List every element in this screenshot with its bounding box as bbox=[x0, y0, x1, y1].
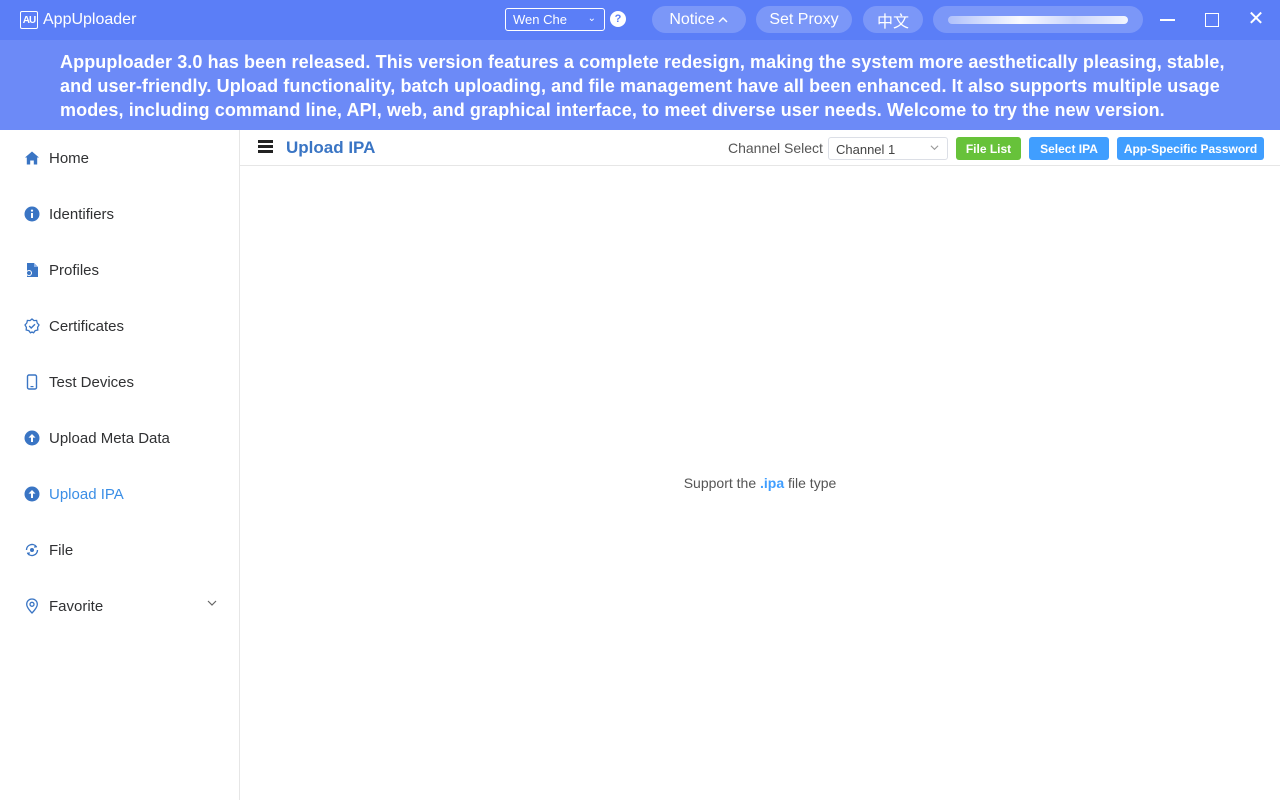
notice-label: Notice bbox=[669, 10, 715, 28]
app-title: AppUploader bbox=[43, 11, 137, 28]
sidebar-item-home[interactable]: Home bbox=[0, 130, 239, 186]
channel-select-label: Channel Select bbox=[728, 140, 823, 156]
chevron-down-icon bbox=[207, 600, 217, 606]
chevron-down-icon bbox=[930, 145, 939, 151]
app-specific-password-button[interactable]: App-Specific Password bbox=[1117, 137, 1264, 160]
sidebar: Home Identifiers Profiles Certificates T… bbox=[0, 130, 240, 800]
file-sync-icon bbox=[24, 542, 40, 558]
menu-toggle-icon[interactable] bbox=[258, 140, 274, 154]
file-list-button[interactable]: File List bbox=[956, 137, 1021, 160]
chevron-up-icon bbox=[718, 16, 728, 22]
chevron-down-icon: ⌄ bbox=[587, 13, 596, 24]
ipa-drop-area[interactable]: Support the .ipa file type bbox=[240, 166, 1280, 800]
support-suffix: file type bbox=[788, 475, 837, 491]
home-icon bbox=[24, 150, 40, 166]
account-button[interactable] bbox=[933, 6, 1143, 33]
support-prefix: Support the bbox=[683, 475, 757, 491]
sidebar-item-label: Certificates bbox=[49, 317, 125, 335]
sidebar-item-label: Test Devices bbox=[49, 373, 135, 391]
sidebar-item-identifiers[interactable]: Identifiers bbox=[0, 186, 239, 242]
channel-select-value: Channel 1 bbox=[836, 142, 896, 157]
title-bar: AU AppUploader Wen Che ⌄ ? Notice Set Pr… bbox=[0, 0, 1280, 40]
phone-icon bbox=[24, 374, 40, 390]
sidebar-item-label: Upload Meta Data bbox=[49, 429, 170, 447]
sidebar-item-certificates[interactable]: Certificates bbox=[0, 298, 239, 354]
info-icon bbox=[24, 206, 40, 222]
upload-circle-icon bbox=[24, 430, 40, 446]
select-ipa-button[interactable]: Select IPA bbox=[1029, 137, 1109, 160]
user-select-value: Wen Che bbox=[513, 12, 567, 27]
certificate-badge-icon bbox=[24, 318, 40, 334]
close-icon: ✕ bbox=[1247, 8, 1265, 30]
close-button[interactable]: ✕ bbox=[1246, 8, 1266, 30]
file-extension: .ipa bbox=[760, 475, 785, 491]
sidebar-item-upload-ipa[interactable]: Upload IPA bbox=[0, 466, 239, 522]
sidebar-item-file[interactable]: File bbox=[0, 522, 239, 578]
profile-file-icon bbox=[24, 262, 40, 278]
sidebar-item-profiles[interactable]: Profiles bbox=[0, 242, 239, 298]
blurred-account-name bbox=[948, 15, 1128, 24]
language-button[interactable]: 中文 bbox=[863, 6, 923, 33]
channel-select[interactable]: Channel 1 bbox=[828, 137, 948, 160]
language-label: 中文 bbox=[876, 13, 909, 31]
help-icon[interactable]: ? bbox=[610, 11, 626, 27]
sidebar-item-label: Identifiers bbox=[49, 205, 115, 223]
announcement-banner: Appuploader 3.0 has been released. This … bbox=[0, 40, 1280, 130]
sidebar-item-label: Profiles bbox=[49, 261, 100, 279]
sidebar-item-upload-meta-data[interactable]: Upload Meta Data bbox=[0, 410, 239, 466]
main-header: Upload IPA Channel Select Channel 1 File… bbox=[240, 130, 1280, 166]
location-pin-icon bbox=[24, 598, 40, 614]
minimize-button[interactable] bbox=[1158, 10, 1178, 30]
maximize-button[interactable] bbox=[1202, 10, 1222, 30]
sidebar-item-label: Home bbox=[49, 149, 90, 167]
set-proxy-button[interactable]: Set Proxy bbox=[756, 6, 852, 33]
sidebar-item-label: File bbox=[49, 541, 74, 559]
sidebar-item-test-devices[interactable]: Test Devices bbox=[0, 354, 239, 410]
set-proxy-label: Set Proxy bbox=[769, 10, 839, 28]
page-title: Upload IPA bbox=[286, 138, 376, 157]
sidebar-item-label: Favorite bbox=[49, 597, 104, 615]
support-file-type-text: Support the .ipa file type bbox=[240, 475, 1280, 491]
sidebar-item-favorite[interactable]: Favorite bbox=[0, 578, 239, 634]
app-logo: AU bbox=[20, 11, 38, 29]
user-select[interactable]: Wen Che ⌄ bbox=[505, 8, 605, 31]
upload-circle-icon bbox=[24, 486, 40, 502]
notice-button[interactable]: Notice bbox=[652, 6, 746, 33]
sidebar-item-label: Upload IPA bbox=[49, 485, 124, 503]
